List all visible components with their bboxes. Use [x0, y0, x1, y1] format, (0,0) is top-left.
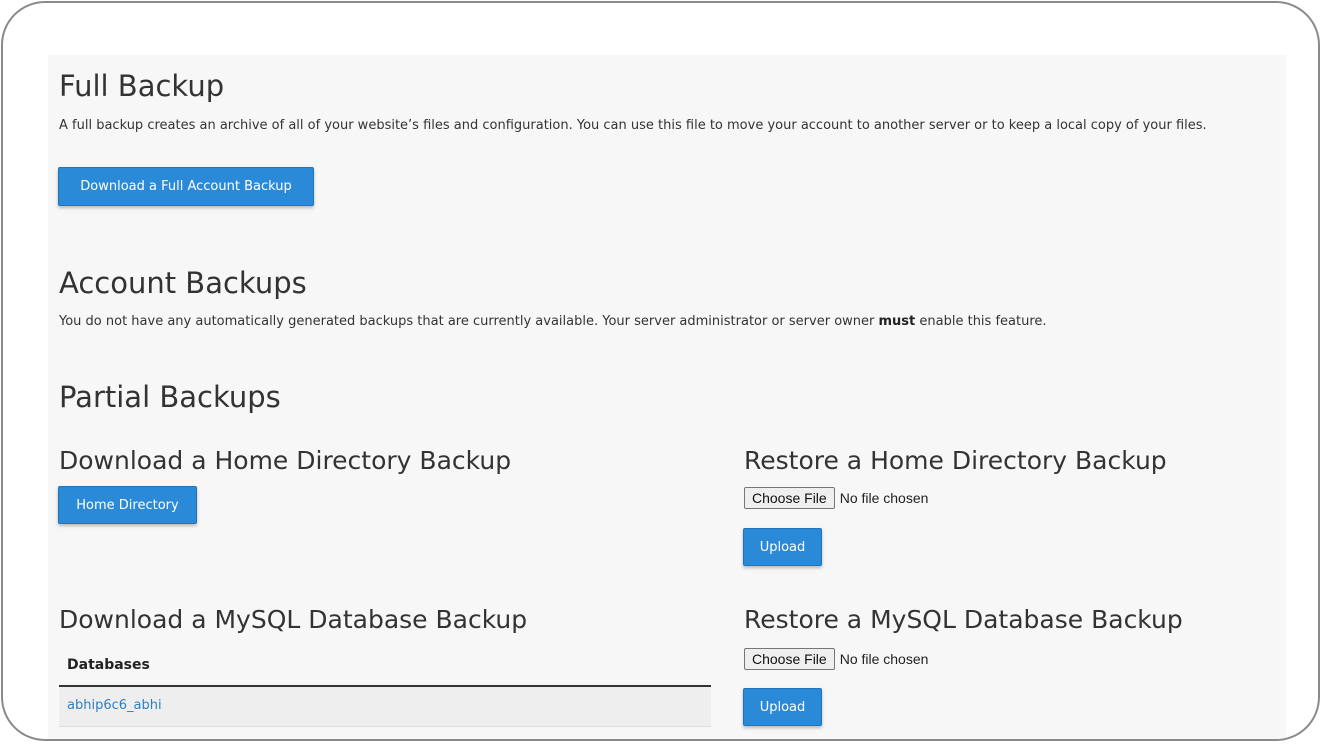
- mysql-download-title: Download a MySQL Database Backup: [59, 605, 528, 634]
- mysql-choose-file-button[interactable]: Choose File: [744, 648, 835, 670]
- window-frame: Full Backup A full backup creates an arc…: [1, 1, 1320, 741]
- download-full-backup-button[interactable]: Download a Full Account Backup: [58, 167, 314, 206]
- partial-backups-title: Partial Backups: [59, 380, 281, 414]
- home-file-status: No file chosen: [839, 490, 929, 506]
- account-backups-description-emphasis: must: [878, 314, 916, 329]
- mysql-file-status: No file chosen: [839, 651, 929, 667]
- full-backup-description: A full backup creates an archive of all …: [59, 118, 1207, 133]
- home-directory-button[interactable]: Home Directory: [58, 486, 197, 524]
- home-restore-title: Restore a Home Directory Backup: [744, 446, 1167, 475]
- home-restore-file-input: Choose File No file chosen: [744, 487, 928, 509]
- account-backups-description-tail: enable this feature.: [915, 314, 1047, 329]
- account-backups-title: Account Backups: [59, 266, 307, 300]
- databases-column-header: Databases: [67, 657, 150, 673]
- mysql-restore-title: Restore a MySQL Database Backup: [744, 605, 1183, 634]
- database-link[interactable]: abhip6c6_abhi: [67, 698, 162, 713]
- home-upload-button[interactable]: Upload: [743, 528, 822, 566]
- account-backups-description: You do not have any automatically genera…: [59, 313, 1047, 331]
- home-choose-file-button[interactable]: Choose File: [744, 487, 835, 509]
- mysql-upload-button[interactable]: Upload: [743, 688, 822, 726]
- mysql-restore-file-input: Choose File No file chosen: [744, 648, 928, 670]
- account-backups-description-text: You do not have any automatically genera…: [59, 314, 879, 329]
- home-download-title: Download a Home Directory Backup: [59, 446, 512, 475]
- full-backup-title: Full Backup: [59, 69, 225, 103]
- table-row: abhip6c6_abhi: [59, 687, 711, 727]
